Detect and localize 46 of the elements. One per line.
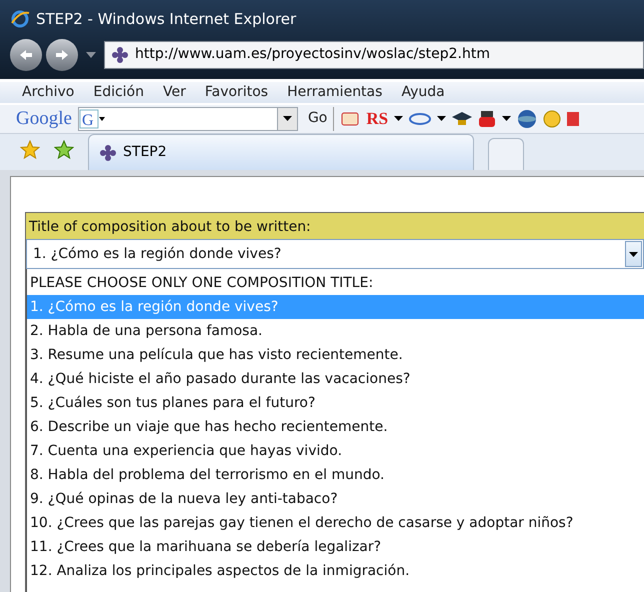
field-label: Title of composition about to be written: [28, 218, 312, 237]
dropdown-option[interactable]: 3. Resume una película que has visto recientemente. [27, 343, 644, 367]
caret-icon[interactable] [394, 116, 404, 122]
menu-item[interactable]: Edición [93, 82, 144, 102]
dropdown-option[interactable]: 4. ¿Qué hiciste el año pasado durante las vacaciones? [27, 367, 644, 391]
dropdown-option[interactable]: PLEASE CHOOSE ONLY ONE COMPOSITION TITLE: [27, 271, 644, 295]
address-text: http://www.uam.es/proyectosinv/woslac/step2.htm [135, 45, 490, 64]
address-field[interactable]: http://www.uam.es/proyectosinv/woslac/step2.htm [104, 40, 644, 68]
graduation-cap-icon[interactable] [452, 110, 472, 127]
menu-item[interactable]: Herramientas [287, 82, 382, 102]
caret-icon[interactable] [437, 116, 446, 122]
back-button[interactable] [10, 38, 42, 70]
dropdown-option[interactable]: 7. Cuenta una experiencia que hayas vivido. [27, 439, 644, 463]
forward-arrow-icon [55, 48, 69, 60]
browser-tab[interactable]: STEP2 [88, 134, 474, 170]
dropdown-option[interactable]: 2. Habla de una persona famosa. [27, 319, 644, 343]
caret-icon[interactable] [502, 116, 512, 122]
back-arrow-icon [19, 48, 33, 60]
add-favorite-icon[interactable] [54, 140, 74, 160]
dropdown-option[interactable]: 5. ¿Cuáles son tus planes para el futuro? [27, 391, 644, 415]
dropdown-option[interactable]: 6. Describe un viaje que has hecho recientemente. [27, 415, 644, 439]
tab-label: STEP2 [123, 143, 167, 162]
dropdown-button[interactable] [276, 108, 297, 130]
dropdown-option[interactable]: 10. ¿Crees que las parejas gay tienen el derecho de casarse y adoptar niños? [27, 511, 644, 535]
site-icon [111, 46, 129, 64]
menu-item[interactable]: Archivo [22, 82, 74, 102]
search-field[interactable]: G [78, 106, 298, 131]
menu-item[interactable]: Ver [163, 82, 186, 102]
dropdown-option[interactable]: 11. ¿Crees que la marihuana se debería legalizar? [27, 535, 644, 559]
dropdown-option[interactable]: 9. ¿Qué opinas de la nueva ley anti-tabaco? [27, 487, 644, 511]
dropdown-option[interactable]: 8. Habla del problema del terrorismo en el mundo. [27, 463, 644, 487]
caret-icon [282, 116, 292, 122]
title-select[interactable]: 1. ¿Cómo es la región donde vives? [26, 239, 644, 269]
tab-site-icon [99, 144, 117, 162]
go-button[interactable]: Go [308, 108, 328, 130]
google-logo: Google [16, 106, 72, 130]
menu-item[interactable]: Favoritos [204, 82, 268, 102]
menu-item[interactable]: Ayuda [401, 82, 445, 102]
dropdown-caret-icon[interactable] [86, 52, 96, 58]
globe-icon[interactable] [517, 108, 538, 129]
browser-logo-icon [10, 9, 30, 30]
dropdown-option[interactable]: 12. Analiza los principales aspectos de la inmigración. [27, 559, 644, 583]
rs-button[interactable]: RS [366, 106, 388, 132]
window-title: STEP2 - Windows Internet Explorer [36, 9, 296, 30]
favorites-star-icon[interactable] [20, 140, 40, 160]
forward-button[interactable] [46, 38, 78, 70]
